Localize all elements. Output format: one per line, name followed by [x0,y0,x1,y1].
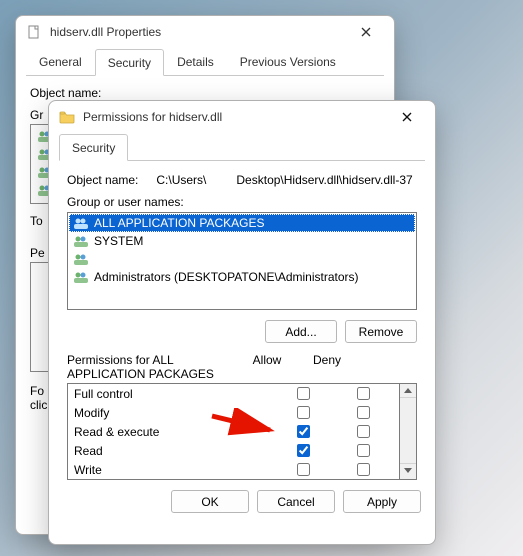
apply-button[interactable]: Apply [343,490,421,513]
tab-security[interactable]: Security [95,49,164,76]
table-row: Write [68,460,399,479]
deny-checkbox-modify[interactable] [357,406,370,419]
to-stub: To [30,214,43,228]
group-label-stub: Gr [30,108,43,122]
cancel-button[interactable]: Cancel [257,490,335,513]
tab-previous-versions[interactable]: Previous Versions [227,48,349,75]
table-row: Read & execute [68,422,399,441]
group-label: Group or user names: [67,195,184,209]
list-item[interactable] [69,250,415,268]
allow-checkbox-full-control[interactable] [297,387,310,400]
list-item-label: SYSTEM [94,234,143,248]
permissions-header: Permissions for ALL APPLICATION PACKAGES [67,353,237,381]
close-button-fg[interactable] [389,103,425,131]
window-title: hidserv.dll Properties [50,25,161,39]
list-item[interactable]: Administrators (DESKTOPATONE\Administrat… [69,268,415,286]
object-name-label-bg: Object name: [30,86,101,100]
deny-header: Deny [297,353,357,381]
window-title-fg: Permissions for hidserv.dll [83,110,222,124]
titlebar-fg: Permissions for hidserv.dll [49,101,435,133]
add-button[interactable]: Add... [265,320,337,343]
object-path-right: Desktop\Hidserv.dll\hidserv.dll-37 [236,173,412,187]
allow-checkbox-read-execute[interactable] [297,425,310,438]
perm-label: Read [74,444,273,458]
ok-button[interactable]: OK [171,490,249,513]
allow-checkbox-read[interactable] [297,444,310,457]
dialog-buttons: OK Cancel Apply [49,480,435,527]
clic-stub: clic [30,398,47,412]
group-icon [73,269,89,285]
object-path-left: C:\Users\ [156,173,206,187]
table-row: Read [68,441,399,460]
fg-content: Object name: C:\Users\ Desktop\Hidserv.d… [49,161,435,480]
folder-icon [59,109,75,125]
tabs-bg: General Security Details Previous Versio… [16,48,394,75]
scrollbar[interactable] [400,383,417,480]
perm-label: Read & execute [74,425,273,439]
allow-header: Allow [237,353,297,381]
tab-security-fg[interactable]: Security [59,134,128,161]
object-name-label: Object name: [67,173,138,187]
tab-general[interactable]: General [26,48,95,75]
list-item[interactable]: ALL APPLICATION PACKAGES [69,214,415,232]
perm-label: Write [74,463,273,477]
tab-details[interactable]: Details [164,48,227,75]
fo-stub: Fo [30,384,44,398]
allow-checkbox-modify[interactable] [297,406,310,419]
deny-checkbox-full-control[interactable] [357,387,370,400]
groups-listbox[interactable]: ALL APPLICATION PACKAGES SYSTEM Administ… [67,212,417,310]
deny-checkbox-write[interactable] [357,463,370,476]
deny-checkbox-read[interactable] [357,444,370,457]
list-item-label: ALL APPLICATION PACKAGES [94,216,265,230]
pe-stub: Pe [30,246,45,260]
permissions-table: Full control Modify Read & execute Read [67,383,400,480]
file-icon [26,24,42,40]
group-icon [73,215,89,231]
group-icon [73,251,89,267]
deny-checkbox-read-execute[interactable] [357,425,370,438]
remove-button[interactable]: Remove [345,320,417,343]
allow-checkbox-write[interactable] [297,463,310,476]
tabs-fg: Security [49,133,435,160]
perm-label: Full control [74,387,273,401]
close-button-bg[interactable] [348,18,384,46]
table-row: Full control [68,384,399,403]
list-item[interactable]: SYSTEM [69,232,415,250]
titlebar-bg: hidserv.dll Properties [16,16,394,48]
scroll-down-icon[interactable] [400,463,416,477]
perm-label: Modify [74,406,273,420]
permissions-window: Permissions for hidserv.dll Security Obj… [48,100,436,545]
list-item-label: Administrators (DESKTOPATONE\Administrat… [94,270,359,284]
table-row: Modify [68,403,399,422]
scroll-up-icon[interactable] [400,384,416,398]
group-icon [73,233,89,249]
